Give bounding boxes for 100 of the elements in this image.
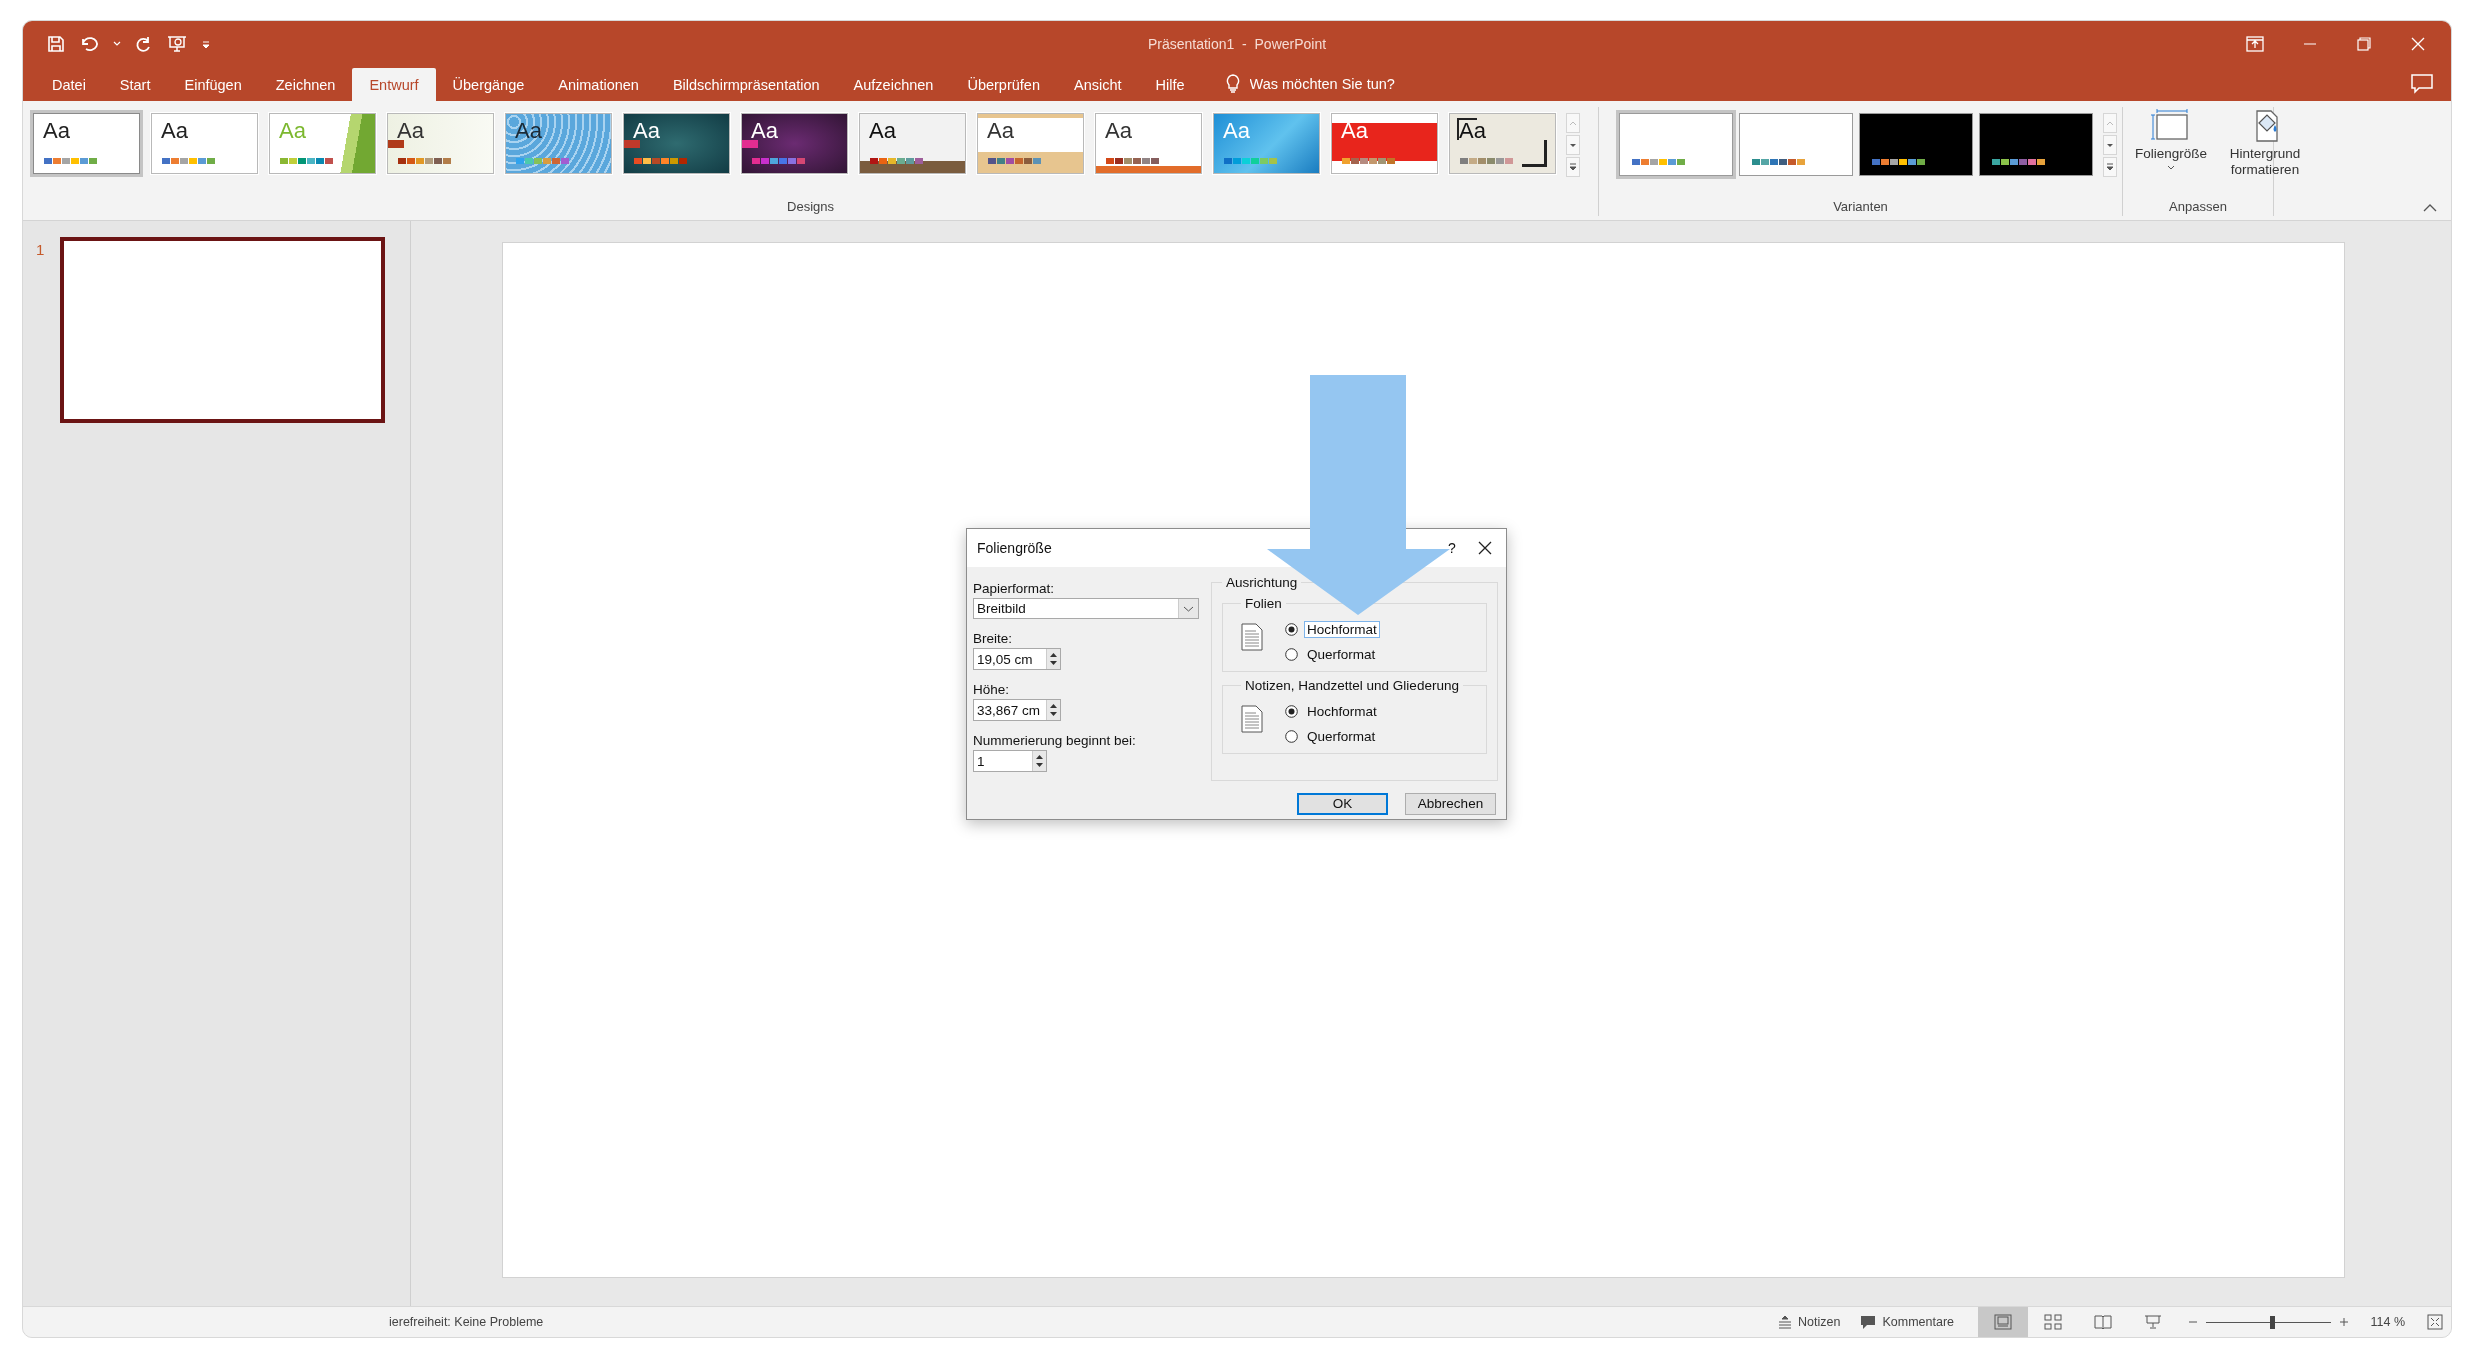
ribbon-tab[interactable]: Animationen (541, 68, 656, 101)
spin-arrows-icon[interactable] (1032, 751, 1046, 771)
spin-arrows-icon[interactable] (1046, 649, 1060, 669)
restore-icon[interactable] (2356, 35, 2372, 52)
notes-button[interactable]: Notizen (1768, 1315, 1851, 1329)
swatch-row-icon (870, 158, 924, 164)
ribbon-tab[interactable]: Datei (35, 68, 103, 101)
save-icon[interactable] (47, 34, 65, 53)
variant-thumbnail[interactable] (1979, 113, 2093, 176)
page-icon (1241, 705, 1264, 733)
field-label: Breite: (973, 631, 1014, 646)
radio-option[interactable]: Hochformat (1285, 703, 1380, 720)
slide-thumbnail[interactable] (60, 237, 385, 423)
slide-number: 1 (36, 241, 46, 258)
spin-field[interactable]: 33,867 cm (973, 699, 1061, 721)
swatch-row-icon (1460, 158, 1514, 164)
caret-icon[interactable] (113, 40, 121, 47)
zoom-in-icon[interactable] (2339, 1317, 2349, 1327)
undo-icon[interactable] (79, 34, 99, 53)
theme-thumbnail[interactable]: Aa (1331, 113, 1438, 174)
group-label: Varianten (1832, 199, 1889, 216)
theme-thumbnail[interactable]: Aa (151, 113, 258, 174)
ribbon-tab[interactable]: Start (102, 68, 168, 101)
theme-thumbnail[interactable]: Aa (623, 113, 730, 174)
scroll-down-icon[interactable] (2103, 135, 2117, 155)
slideshow-icon[interactable] (167, 34, 187, 53)
reading-view-icon (2094, 1314, 2112, 1330)
notes-icon (1778, 1315, 1793, 1329)
ribbon-tab[interactable]: Übergänge (435, 68, 542, 101)
slide-size-button[interactable]: Foliengröße (2125, 107, 2217, 172)
swatch-row-icon (1992, 159, 2046, 165)
swatch-row-icon (752, 158, 806, 164)
more-icon[interactable] (1566, 157, 1580, 177)
ribbon-tab[interactable]: Einfügen (167, 68, 259, 101)
swatch-row-icon (162, 158, 216, 164)
ribbon-tab[interactable]: Ansicht (1056, 68, 1139, 101)
fit-to-window-icon[interactable] (2427, 1314, 2443, 1330)
group-label: Ausrichtung (1225, 575, 1299, 590)
field-label: Höhe: (973, 682, 1011, 697)
theme-thumbnail[interactable]: Aa (505, 113, 612, 174)
variant-thumbnail[interactable] (1859, 113, 1973, 176)
ribbon-tab[interactable]: Zeichnen (258, 68, 353, 101)
radio-option[interactable]: Querformat (1285, 646, 1380, 663)
help-button[interactable]: ? (1448, 540, 1478, 556)
tell-me-field[interactable]: Was möchten Sie tun? (1249, 75, 1510, 92)
theme-thumbnail[interactable]: Aa (387, 113, 494, 174)
comment-icon (1860, 1314, 1877, 1330)
ribbon-tab[interactable]: Bildschirmpräsentation (655, 68, 837, 101)
more-icon[interactable] (2103, 157, 2117, 177)
ribbon-tab[interactable]: Aufzeichnen (836, 68, 951, 101)
spin-field[interactable]: 19,05 cm (973, 648, 1061, 670)
dropdown[interactable]: Breitbild (973, 598, 1199, 619)
swatch-row-icon (1872, 159, 1926, 165)
spin-arrows-icon[interactable] (1046, 700, 1060, 720)
customize-caret-icon[interactable] (201, 38, 211, 49)
format-background-button[interactable]: Hintergrund formatieren (2219, 107, 2311, 180)
normal-view-icon (1994, 1314, 2012, 1330)
window-title: Präsentation1 - PowerPoint (1147, 35, 1327, 52)
dialog-button[interactable]: OK (1297, 793, 1388, 815)
field-label: Nummerierung beginnt bei: (973, 733, 1137, 748)
dialog-title: Foliengröße (977, 540, 1053, 556)
swatch-row-icon (634, 158, 688, 164)
slide-size-icon (2151, 109, 2191, 143)
theme-thumbnail[interactable]: Aa (977, 113, 1084, 174)
caret-icon (2167, 165, 2175, 170)
group-label: Anpassen (2168, 199, 2228, 216)
swatch-row-icon (44, 158, 98, 164)
radio-option[interactable]: Querformat (1285, 728, 1380, 745)
ribbon-tab[interactable]: Überprüfen (950, 68, 1057, 101)
swatch-row-icon (280, 158, 334, 164)
theme-thumbnail[interactable]: Aa (33, 113, 140, 174)
ribbon-tab[interactable]: Entwurf (352, 68, 436, 101)
theme-thumbnail[interactable]: Aa (859, 113, 966, 174)
slideshow-icon (2144, 1314, 2162, 1330)
status-text: ierefreiheit: Keine Probleme (389, 1315, 545, 1329)
variant-thumbnail[interactable] (1739, 113, 1853, 176)
swatch-row-icon (1752, 159, 1806, 165)
comment-icon[interactable] (2411, 73, 2433, 94)
dialog-button[interactable]: Abbrechen (1405, 793, 1496, 815)
swatch-row-icon (1106, 158, 1160, 164)
spin-field[interactable]: 1 (973, 750, 1047, 772)
swatch-row-icon (398, 158, 452, 164)
zoom-slider-thumb[interactable] (2270, 1315, 2276, 1329)
collapse-ribbon-icon[interactable] (2423, 203, 2437, 212)
theme-thumbnail[interactable]: Aa (1449, 113, 1556, 174)
scroll-down-icon[interactable] (1566, 135, 1580, 155)
variant-thumbnail[interactable] (1619, 113, 1733, 176)
group-label: Notizen, Handzettel und Gliederung (1244, 678, 1460, 693)
slide-sorter-icon (2044, 1314, 2062, 1330)
redo-icon[interactable] (135, 34, 153, 53)
comments-button[interactable]: Kommentare (1850, 1314, 1964, 1330)
close-icon[interactable] (1478, 541, 1492, 555)
swatch-row-icon (516, 158, 570, 164)
theme-thumbnail[interactable]: Aa (1095, 113, 1202, 174)
zoom-level: 114 % (2369, 1315, 2405, 1329)
ribbon-tab[interactable]: Hilfe (1138, 68, 1202, 101)
swatch-row-icon (1224, 158, 1278, 164)
ribbon-display-icon[interactable] (2246, 35, 2264, 52)
swatch-row-icon (988, 158, 1042, 164)
theme-thumbnail[interactable]: Aa (741, 113, 848, 174)
